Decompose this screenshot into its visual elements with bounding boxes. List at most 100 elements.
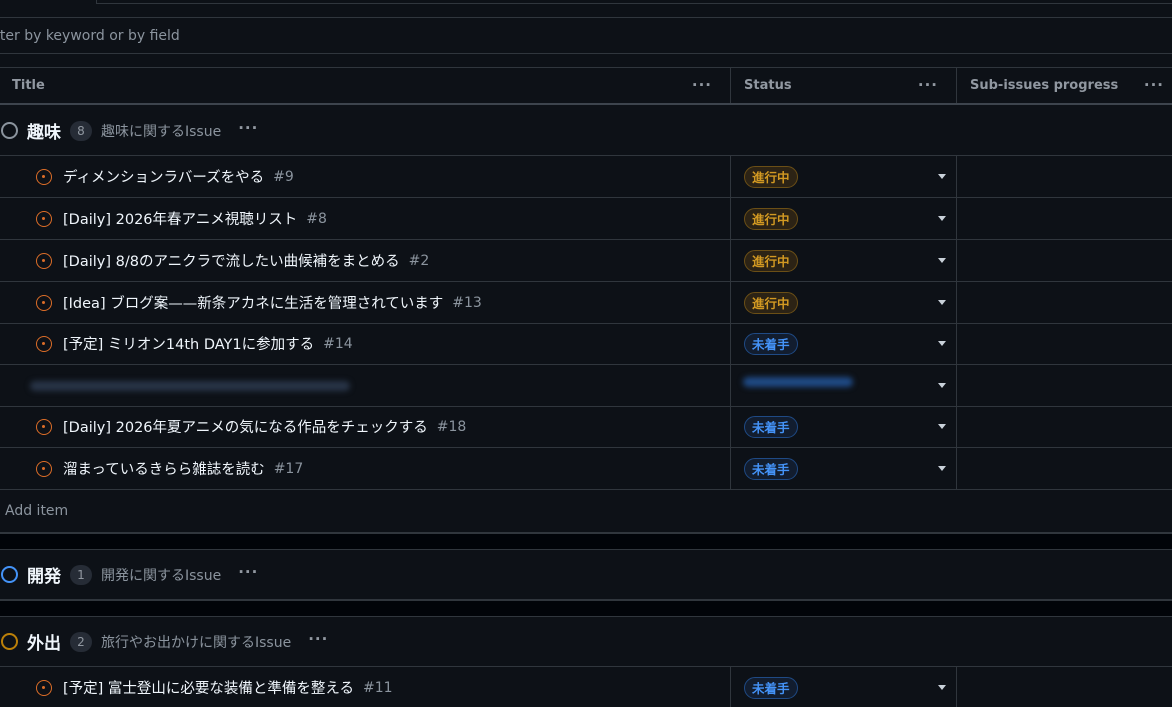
sub-issues-progress-cell[interactable]: [957, 667, 1172, 707]
add-item-button[interactable]: Add item: [0, 489, 1172, 533]
column-progress-label: Sub-issues progress: [970, 78, 1119, 93]
title-cell: [予定] 富士登山に必要な装備と準備を整える #11: [0, 667, 731, 707]
issue-open-icon: [36, 210, 52, 227]
issue-title-link[interactable]: [予定] 富士登山に必要な装備と準備を整える: [63, 677, 354, 698]
redacted-status: [743, 377, 853, 387]
redacted-title: [30, 381, 350, 391]
sub-issues-progress-cell[interactable]: [957, 323, 1172, 364]
sub-issues-progress-cell[interactable]: [957, 240, 1172, 281]
chevron-down-icon[interactable]: [938, 466, 946, 471]
status-cell[interactable]: 未着手: [731, 448, 957, 489]
status-badge: 未着手: [744, 415, 798, 438]
column-title-label: Title: [12, 78, 45, 93]
issue-number: #9: [273, 168, 294, 185]
status-cell[interactable]: [731, 365, 957, 406]
issue-open-icon: [36, 252, 52, 269]
chevron-down-icon[interactable]: [938, 258, 946, 263]
column-header-sub-issues-progress[interactable]: Sub-issues progress ···: [957, 68, 1172, 103]
status-badge: 進行中: [744, 207, 798, 230]
chevron-down-icon[interactable]: [938, 216, 946, 221]
issue-number: #17: [273, 460, 304, 477]
status-cell[interactable]: 進行中: [731, 198, 957, 239]
table-row[interactable]: ディメンションラバーズをやる #9 進行中: [0, 156, 1172, 198]
group-divider: [0, 533, 1172, 550]
status-badge: 進行中: [744, 165, 798, 188]
group-more-icon[interactable]: ···: [308, 631, 328, 647]
title-cell: [0, 365, 731, 406]
status-cell[interactable]: 未着手: [731, 667, 957, 707]
issue-title-link[interactable]: [予定] ミリオン14th DAY1に参加する: [63, 333, 314, 354]
title-cell: [Daily] 8/8のアニクラで流したい曲候補をまとめる #2: [0, 240, 731, 281]
table-row[interactable]: 溜まっているきらら雑誌を読む #17 未着手: [0, 448, 1172, 490]
column-status-more-icon[interactable]: ···: [918, 77, 938, 93]
column-header-title[interactable]: Title ···: [0, 68, 731, 103]
group-more-icon[interactable]: ···: [238, 564, 258, 580]
issue-number: #18: [436, 418, 467, 435]
status-cell[interactable]: 進行中: [731, 156, 957, 197]
filter-bar: [0, 18, 1172, 54]
group-header-development[interactable]: 開発 1 開発に関するIssue ···: [0, 550, 1172, 600]
status-cell[interactable]: 進行中: [731, 240, 957, 281]
group-header-hobby[interactable]: 趣味 8 趣味に関するIssue ···: [0, 106, 1172, 156]
column-progress-more-icon[interactable]: ···: [1144, 77, 1164, 93]
column-header-status[interactable]: Status ···: [731, 68, 957, 103]
issue-title-link[interactable]: [Daily] 8/8のアニクラで流したい曲候補をまとめる: [63, 250, 400, 271]
chevron-down-icon[interactable]: [938, 341, 946, 346]
issue-title-link[interactable]: ディメンションラバーズをやる: [63, 166, 264, 187]
top-strip: [0, 0, 1172, 18]
group-header-outing[interactable]: 外出 2 旅行やお出かけに関するIssue ···: [0, 617, 1172, 667]
title-cell: [Daily] 2026年春アニメ視聴リスト #8: [0, 198, 731, 239]
sub-issues-progress-cell[interactable]: [957, 448, 1172, 489]
chevron-down-icon[interactable]: [938, 685, 946, 690]
status-badge: 進行中: [744, 249, 798, 272]
column-title-more-icon[interactable]: ···: [692, 77, 712, 93]
group-count-badge: 1: [70, 564, 92, 585]
table-row[interactable]: [Idea] ブログ案——新条アカネに生活を管理されています #13 進行中: [0, 282, 1172, 324]
column-status-label: Status: [744, 78, 792, 93]
title-cell: [Idea] ブログ案——新条アカネに生活を管理されています #13: [0, 282, 731, 323]
chevron-down-icon[interactable]: [938, 424, 946, 429]
group-description: 開発に関するIssue: [101, 567, 222, 584]
group-status-ring-icon: [1, 633, 18, 650]
group-name: 外出: [27, 634, 61, 654]
issue-number: #8: [306, 210, 327, 227]
sub-issues-progress-cell[interactable]: [957, 156, 1172, 197]
status-cell[interactable]: 未着手: [731, 406, 957, 447]
column-header-row: Title ··· Status ··· Sub-issues progress…: [0, 67, 1172, 105]
chevron-down-icon[interactable]: [938, 300, 946, 305]
issue-title-link[interactable]: [Idea] ブログ案——新条アカネに生活を管理されています: [63, 292, 443, 313]
group-more-icon[interactable]: ···: [238, 120, 258, 136]
table-row-redacted[interactable]: [0, 365, 1172, 407]
status-cell[interactable]: 未着手: [731, 323, 957, 364]
chevron-down-icon[interactable]: [938, 174, 946, 179]
add-item-label: Add item: [5, 502, 69, 519]
title-cell: [Daily] 2026年夏アニメの気になる作品をチェックする #18: [0, 406, 731, 447]
issue-open-icon: [36, 679, 52, 696]
group-description: 趣味に関するIssue: [101, 123, 222, 140]
sub-issues-progress-cell[interactable]: [957, 282, 1172, 323]
chevron-down-icon[interactable]: [938, 383, 946, 388]
table-row[interactable]: [Daily] 2026年春アニメ視聴リスト #8 進行中: [0, 198, 1172, 240]
sub-issues-progress-cell[interactable]: [957, 365, 1172, 406]
table-row[interactable]: [予定] 富士登山に必要な装備と準備を整える #11 未着手: [0, 667, 1172, 707]
issue-title-link[interactable]: [Daily] 2026年春アニメ視聴リスト: [63, 208, 297, 229]
issue-open-icon: [36, 294, 52, 311]
sub-issues-progress-cell[interactable]: [957, 406, 1172, 447]
table-row[interactable]: [Daily] 8/8のアニクラで流したい曲候補をまとめる #2 進行中: [0, 240, 1172, 282]
status-cell[interactable]: 進行中: [731, 282, 957, 323]
view-tab-edge: [96, 0, 1172, 4]
group-description: 旅行やお出かけに関するIssue: [101, 634, 292, 651]
project-board: Title ··· Status ··· Sub-issues progress…: [0, 0, 1172, 707]
group-name: 開発: [27, 567, 61, 587]
issue-number: #14: [323, 335, 353, 352]
issue-open-icon: [36, 168, 52, 185]
group-count-badge: 2: [70, 631, 92, 652]
table-row[interactable]: [予定] ミリオン14th DAY1に参加する #14 未着手: [0, 323, 1172, 365]
issue-number: #11: [363, 679, 393, 696]
issue-title-link[interactable]: 溜まっているきらら雑誌を読む: [63, 458, 265, 479]
sub-issues-progress-cell[interactable]: [957, 198, 1172, 239]
filter-input[interactable]: [0, 18, 1168, 53]
table-row[interactable]: [Daily] 2026年夏アニメの気になる作品をチェックする #18 未着手: [0, 406, 1172, 448]
group-name: 趣味: [27, 123, 61, 143]
issue-title-link[interactable]: [Daily] 2026年夏アニメの気になる作品をチェックする: [63, 416, 428, 437]
